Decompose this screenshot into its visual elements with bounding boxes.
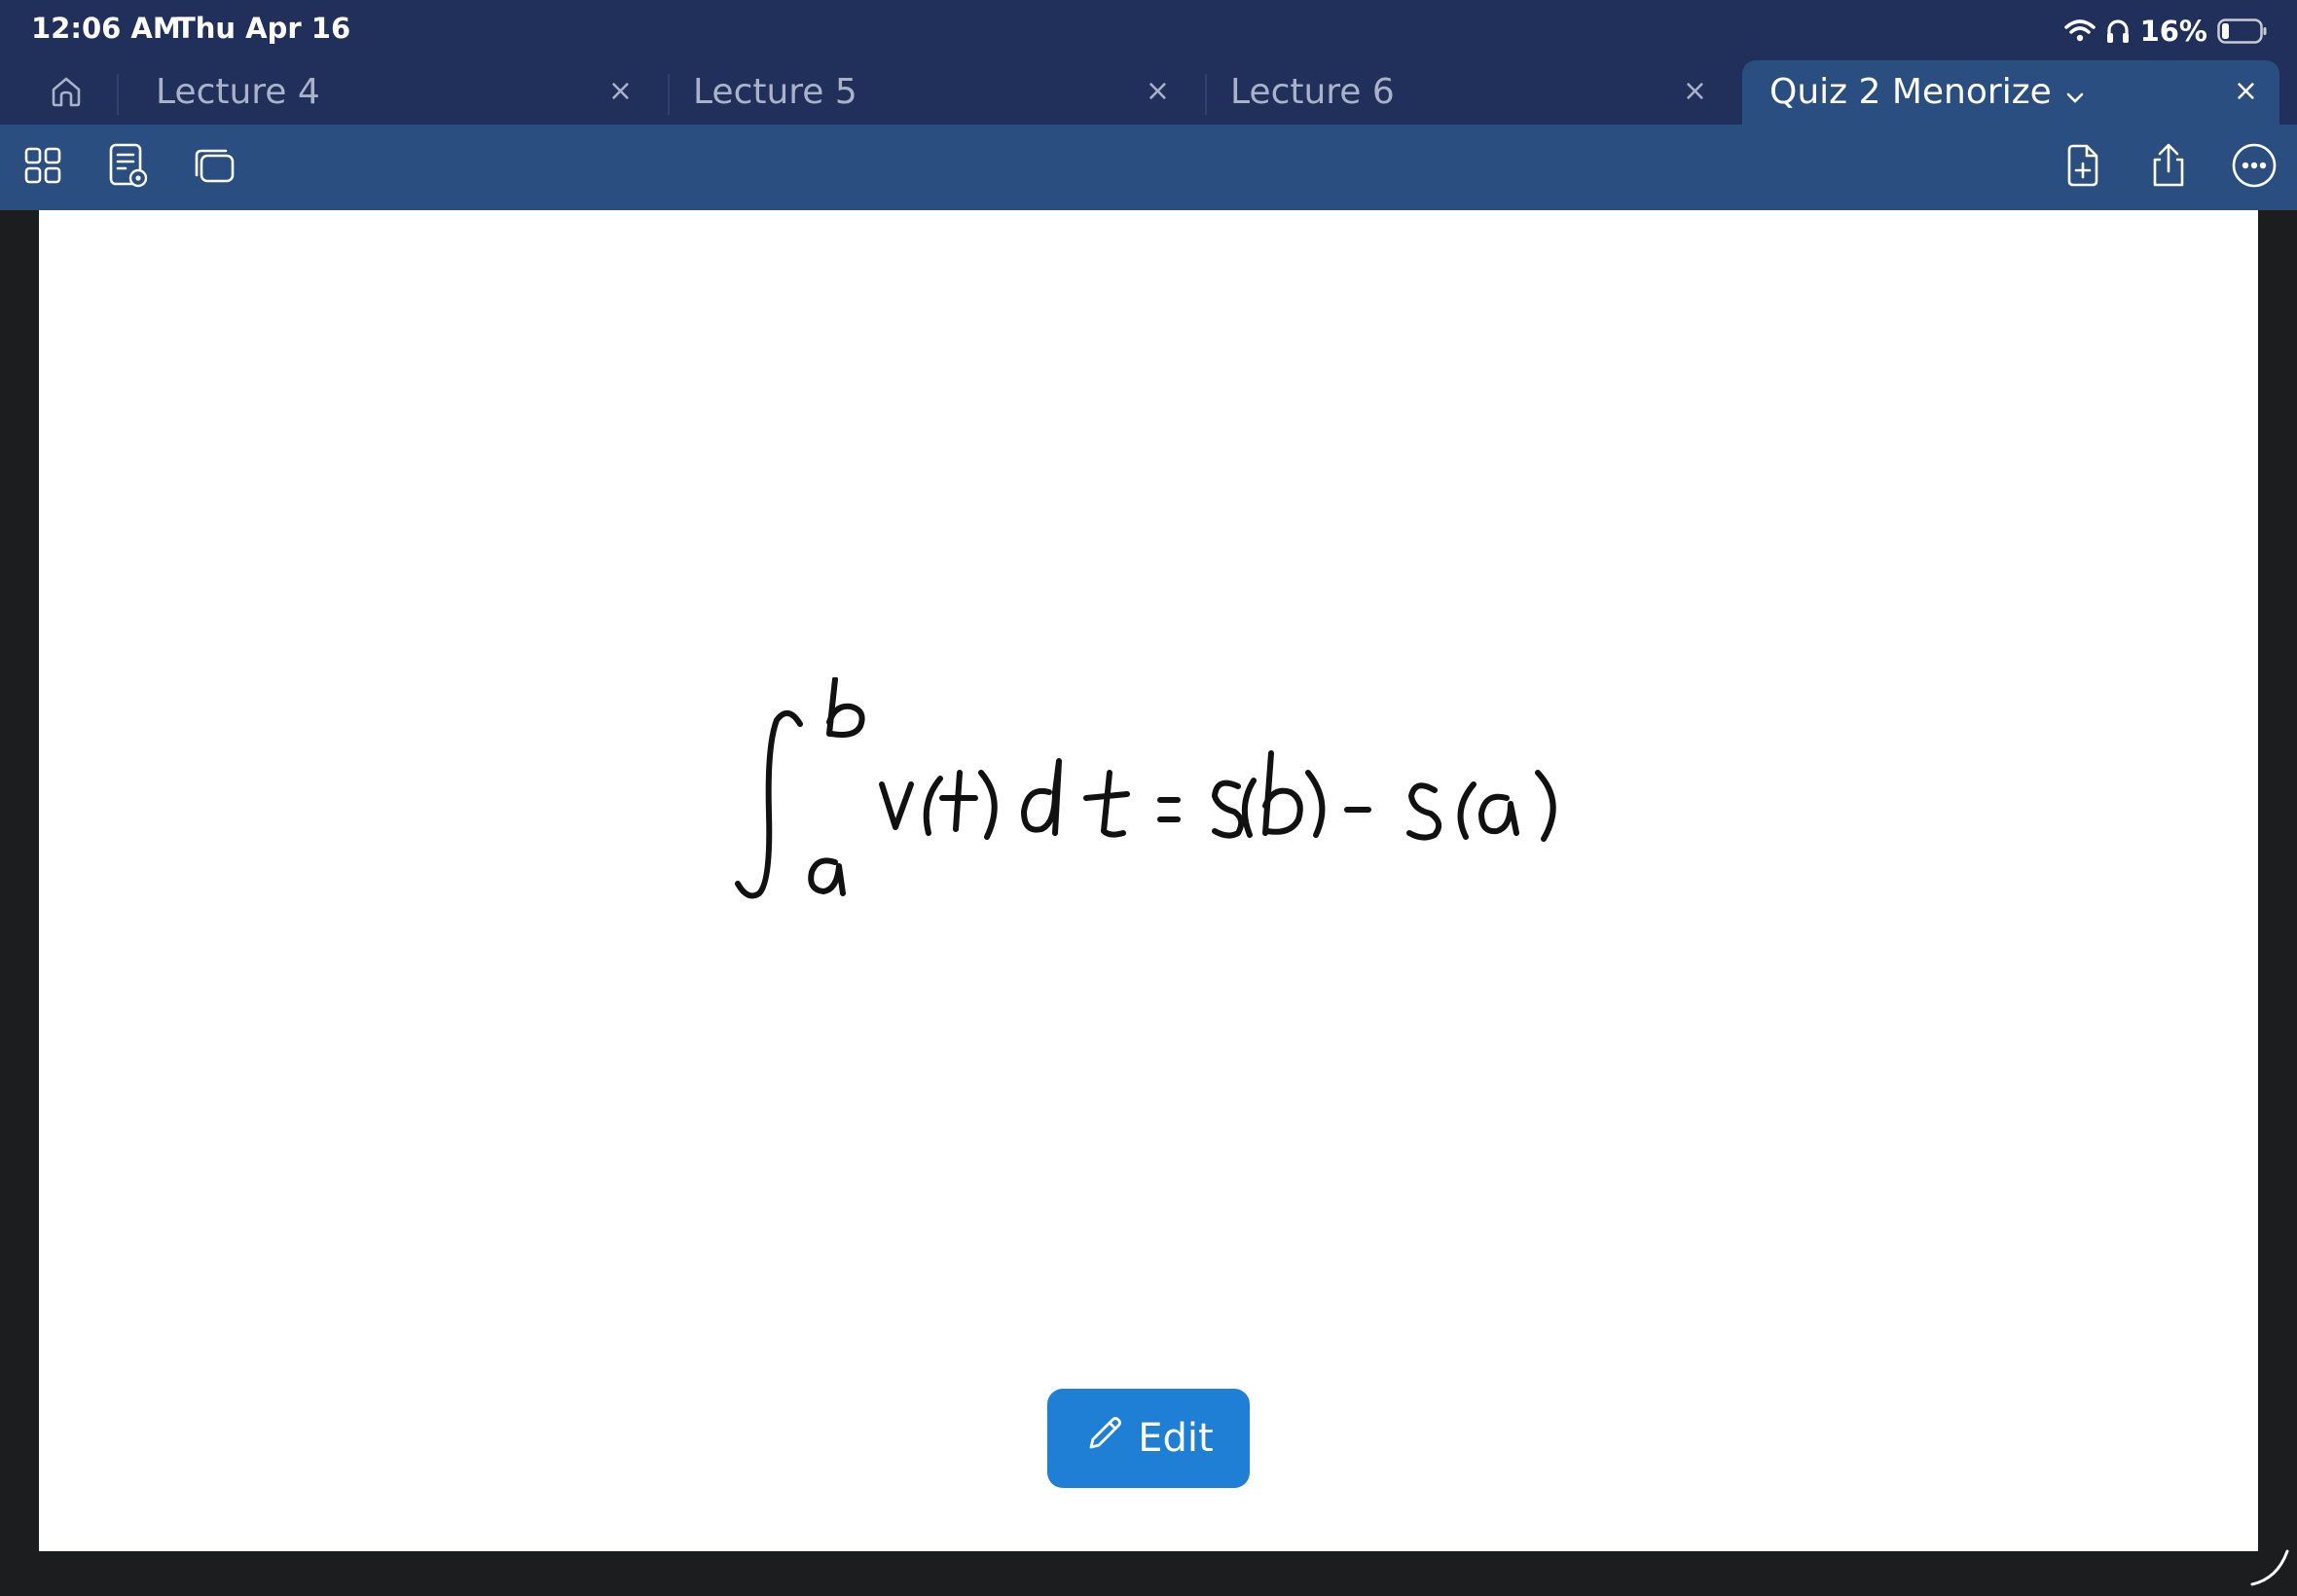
tab-label: Lecture 4 (156, 72, 320, 112)
home-icon (50, 76, 83, 111)
resize-handle-icon[interactable] (2248, 1545, 2291, 1592)
tab-lecture-4[interactable]: Lecture 4 × (128, 60, 654, 125)
pages-button[interactable] (187, 140, 241, 195)
add-page-button[interactable] (2056, 140, 2110, 195)
tab-close-button[interactable]: × (2234, 74, 2258, 109)
status-indicators: 16% (2063, 12, 2268, 51)
tab-label: Quiz 2 Menorize (1769, 72, 2052, 112)
tab-label: Lecture 6 (1230, 72, 1395, 112)
tab-divider (117, 74, 119, 115)
share-icon (2147, 142, 2190, 193)
battery-percent: 16% (2139, 15, 2207, 48)
tab-quiz-2-menorize[interactable]: Quiz 2 Menorize × (1742, 60, 2279, 125)
tab-lecture-5[interactable]: Lecture 5 × (666, 60, 1191, 125)
edit-button[interactable]: Edit (1047, 1389, 1250, 1488)
more-icon (2231, 142, 2278, 193)
tab-label-wrap: Quiz 2 Menorize (1769, 72, 2085, 114)
wifi-icon (2063, 19, 2096, 43)
note-page[interactable]: Edit (39, 210, 2258, 1551)
home-button[interactable] (39, 70, 93, 117)
status-time: 12:06 AM (31, 12, 181, 45)
handwritten-equation (735, 677, 1556, 899)
status-bar: 12:06 AM Thu Apr 16 16% (0, 0, 2297, 60)
share-button[interactable] (2141, 140, 2196, 195)
tab-bar: Lecture 4 × Lecture 5 × Lecture 6 × Quiz… (0, 60, 2297, 125)
document-view-icon (107, 142, 150, 193)
tab-lecture-6[interactable]: Lecture 6 × (1203, 60, 1729, 125)
more-button[interactable] (2227, 140, 2281, 195)
toolbar (0, 125, 2297, 210)
status-date: Thu Apr 16 (176, 12, 351, 45)
tab-close-button[interactable]: × (608, 74, 633, 109)
chevron-down-icon[interactable] (2065, 74, 2085, 114)
tab-close-button[interactable]: × (1683, 74, 1707, 109)
read-only-view-button[interactable] (101, 140, 156, 195)
grid-icon (23, 146, 62, 189)
add-page-icon (2063, 142, 2102, 193)
pages-stack-icon (191, 146, 237, 189)
tab-close-button[interactable]: × (1146, 74, 1170, 109)
battery-icon (2217, 18, 2268, 44)
headphones-icon (2105, 18, 2131, 45)
grid-view-button[interactable] (16, 140, 70, 195)
tab-label: Lecture 5 (693, 72, 857, 112)
pencil-icon (1083, 1412, 1126, 1465)
edit-label: Edit (1138, 1416, 1214, 1461)
